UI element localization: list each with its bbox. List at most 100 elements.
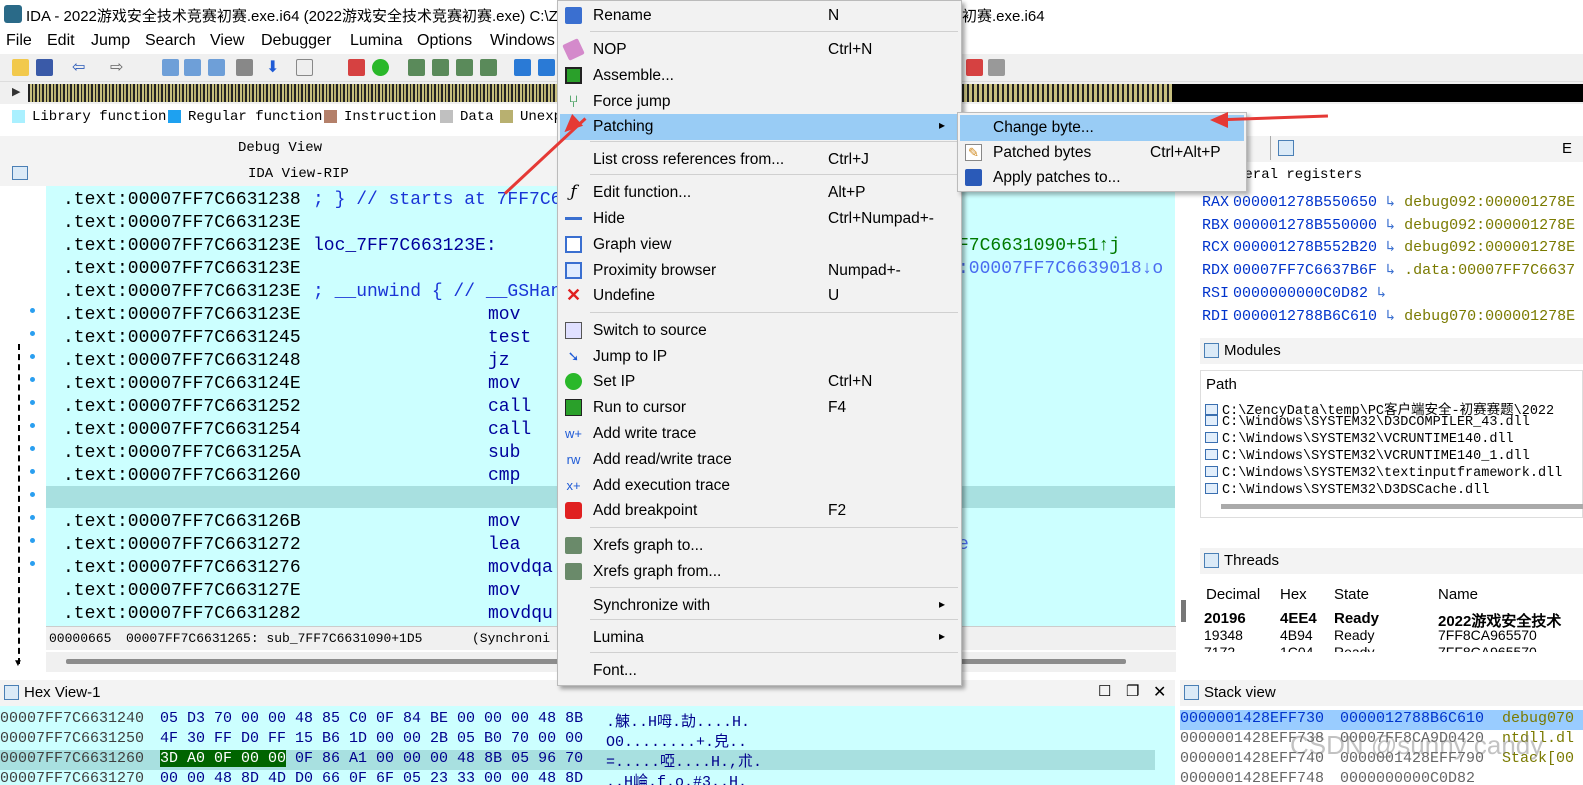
hex-bytes-group[interactable]: 4F 30 FF D0 FF 15 B6 1D 00 00 2B 05 B0 7… <box>160 730 583 747</box>
tools-icon[interactable] <box>236 59 253 76</box>
register-value[interactable]: 000001278B552B20 <box>1233 239 1377 256</box>
hex-address[interactable]: 00007FF7C6631270 <box>0 770 144 785</box>
menu-debugger[interactable]: Debugger <box>261 32 331 50</box>
thread-cell[interactable]: Ready <box>1334 627 1374 643</box>
register-value[interactable]: 000001278B550000 <box>1233 217 1377 234</box>
asm-address[interactable]: .text:00007FF7C6631260 <box>63 466 301 486</box>
menu-item-graph-view[interactable]: Graph view <box>560 232 959 258</box>
down-arrow-icon[interactable]: ⬇ <box>266 57 283 76</box>
thread-cell[interactable]: 4EE4 <box>1280 610 1317 627</box>
general-registers-panel[interactable]: RAX 000001278B550650 ↳ debug092:000001278… <box>1200 192 1583 332</box>
threads-col-name[interactable]: Name <box>1438 586 1478 603</box>
asm-address[interactable]: .text:00007FF7C663123E <box>63 213 301 233</box>
register-value[interactable]: 0000012788B6C610 <box>1233 308 1377 325</box>
asm-operand-text[interactable]: ; } // starts at 7FF7C6 <box>313 190 561 210</box>
close-icon[interactable]: ✕ <box>1153 682 1166 702</box>
module-path[interactable]: C:\Windows\SYSTEM32\VCRUNTIME140_1.dll <box>1222 449 1530 464</box>
threads-list[interactable]: Decimal Hex State Name 20196 4EE4 Ready 202… <box>1200 580 1583 652</box>
save-icon[interactable] <box>36 59 53 76</box>
hex-bytes-group[interactable]: 3D A0 0F 00 00 0F 86 A1 00 00 00 48 8B 0… <box>160 750 583 767</box>
asm-line[interactable]: .text:00007FF7C6631245 test <box>63 328 531 351</box>
menu-item-add-read-write-trace[interactable]: rw Add read/write trace <box>560 447 959 473</box>
menu-edit[interactable]: Edit <box>47 32 75 50</box>
submenu-item-patched-bytes[interactable]: ✎ Patched bytes Ctrl+Alt+P <box>960 140 1244 166</box>
threads-col-state[interactable]: State <box>1334 586 1369 603</box>
menu-item-xrefs-graph-to[interactable]: Xrefs graph to... <box>560 533 959 559</box>
register-row[interactable]: RSI 0000000000C0D82 ↳ <box>1202 283 1386 305</box>
asm-mnemonic[interactable]: call <box>488 397 531 417</box>
asm-address[interactable]: .text:00007FF7C6631252 <box>63 397 301 417</box>
threads-col-hex[interactable]: Hex <box>1280 586 1307 603</box>
breakpoint-list-icon[interactable] <box>514 59 531 76</box>
menu-item-nop[interactable]: NOP Ctrl+N <box>560 37 959 63</box>
asm-line[interactable]: .text:00007FF7C6631282 movdqu <box>63 604 553 626</box>
hex-address[interactable]: 00007FF7C6631240 <box>0 710 144 727</box>
menu-item-undefine[interactable]: ✕ Undefine U <box>560 283 959 309</box>
asm-address[interactable]: .text:00007FF7C6631282 <box>63 604 301 624</box>
remove-breakpoint-icon[interactable] <box>988 59 1005 76</box>
text-mode-icon[interactable] <box>296 59 313 76</box>
hex-bytes[interactable]: 4F 30 FF D0 FF 15 B6 1D 00 00 2B 05 B0 7… <box>160 730 583 747</box>
hex-bytes[interactable]: 00 00 48 8D 4D D0 66 0F 6F 05 23 33 00 0… <box>160 770 583 785</box>
back-icon[interactable]: ⇦ <box>72 57 89 76</box>
asm-line[interactable]: .text:00007FF7C663125A sub <box>63 443 520 466</box>
asm-line[interactable]: .text:00007FF7C6631276 movdqa <box>63 558 553 581</box>
module-path[interactable]: C:\Windows\SYSTEM32\D3DSCache.dll <box>1222 483 1489 498</box>
menu-item-add-write-trace[interactable]: w+ Add write trace <box>560 421 959 447</box>
module-path[interactable]: C:\Windows\SYSTEM32\D3DCOMPILER_43.dll <box>1222 415 1530 430</box>
hex-dump[interactable]: 00007FF7C6631240 05 D3 70 00 00 48 85 C0 … <box>0 706 1175 785</box>
asm-mnemonic[interactable]: mov <box>488 581 520 601</box>
menu-options[interactable]: Options <box>417 32 472 50</box>
register-row[interactable]: RCX 000001278B552B20 ↳ debug092:000001278… <box>1202 237 1575 259</box>
thread-cell[interactable]: 19348 <box>1204 627 1243 643</box>
asm-address[interactable]: .text:00007FF7C663123E <box>63 282 301 302</box>
menu-item-list-cross-references-from[interactable]: List cross references from... Ctrl+J <box>560 147 959 173</box>
threads-col-decimal[interactable]: Decimal <box>1206 586 1260 603</box>
asm-xref[interactable]: F7C6631090+51↑j <box>958 236 1120 256</box>
asm-line[interactable]: .text:00007FF7C6631248 jz <box>63 351 510 374</box>
asm-mnemonic[interactable]: mov <box>488 374 520 394</box>
vertical-scrollbar-thumb[interactable] <box>1181 600 1186 622</box>
menu-item-run-to-cursor[interactable]: Run to cursor F4 <box>560 395 959 421</box>
trace-icon[interactable] <box>348 59 365 76</box>
module-path[interactable]: C:\Windows\SYSTEM32\textinputframework.d… <box>1222 466 1562 481</box>
register-value[interactable]: 0000000000C0D82 <box>1233 285 1368 302</box>
menu-file[interactable]: File <box>6 32 32 50</box>
menu-item-synchronize-with[interactable]: Synchronize with ▸ <box>560 593 959 619</box>
nav-band-strip[interactable] <box>28 84 558 102</box>
register-link[interactable]: .data:00007FF7C6637 <box>1404 262 1575 279</box>
forward-icon[interactable]: ⇨ <box>110 57 127 76</box>
nav-left-icon[interactable]: ▶ <box>12 85 20 98</box>
nav-band-strip-black[interactable] <box>1172 84 1583 102</box>
menu-item-assemble[interactable]: Assemble... <box>560 63 959 89</box>
module-row[interactable]: C:\Windows\SYSTEM32\textinputframework.d… <box>1205 466 1562 481</box>
search-binary-icon[interactable] <box>208 59 225 76</box>
hex-bytes-group[interactable]: 05 D3 70 00 00 48 85 C0 0F 84 BE 00 00 0… <box>160 710 583 727</box>
hex-bytes-selected[interactable]: 3D A0 0F 00 00 <box>160 750 287 767</box>
menu-jump[interactable]: Jump <box>91 32 130 50</box>
register-link[interactable]: debug092:000001278E <box>1404 194 1575 211</box>
menu-view[interactable]: View <box>210 32 244 50</box>
asm-mnemonic[interactable]: test <box>488 328 531 348</box>
register-row[interactable]: RAX 000001278B550650 ↳ debug092:000001278… <box>1202 192 1575 214</box>
register-value[interactable]: 00007FF7C6637B6F <box>1233 262 1377 279</box>
register-link[interactable]: debug092:000001278E <box>1404 239 1575 256</box>
asm-line[interactable]: .text:00007FF7C6631254 call <box>63 420 531 443</box>
asm-mnemonic[interactable]: movdqa <box>488 558 553 578</box>
hex-bytes[interactable]: 0F 86 A1 00 00 00 48 8B 05 96 70 <box>286 750 583 767</box>
menu-item-jump-to-ip[interactable]: ➘ Jump to IP <box>560 344 959 370</box>
module-row[interactable]: C:\Windows\SYSTEM32\VCRUNTIME140.dll <box>1205 432 1514 447</box>
menu-item-proximity-browser[interactable]: Proximity browser Numpad+- <box>560 258 959 284</box>
stack-value[interactable]: 0000012788B6C610 <box>1340 710 1484 727</box>
asm-mnemonic[interactable]: cmp <box>488 466 520 486</box>
menu-item-edit-function[interactable]: ƒ Edit function... Alt+P <box>560 180 959 206</box>
asm-address[interactable]: .text:00007FF7C663123E <box>63 259 301 279</box>
module-path[interactable]: C:\Windows\SYSTEM32\VCRUNTIME140.dll <box>1222 432 1514 447</box>
stack-row[interactable]: 0000001428EFF730 0000012788B6C610 debug070 <box>1180 710 1583 730</box>
thread-cell[interactable]: 4B94 <box>1280 627 1313 643</box>
search-text-icon[interactable] <box>184 59 201 76</box>
asm-mnemonic[interactable]: call <box>488 420 531 440</box>
menu-item-add-execution-trace[interactable]: x+ Add execution trace <box>560 473 959 499</box>
step-out-icon[interactable] <box>456 59 473 76</box>
hex-address[interactable]: 00007FF7C6631250 <box>0 730 144 747</box>
